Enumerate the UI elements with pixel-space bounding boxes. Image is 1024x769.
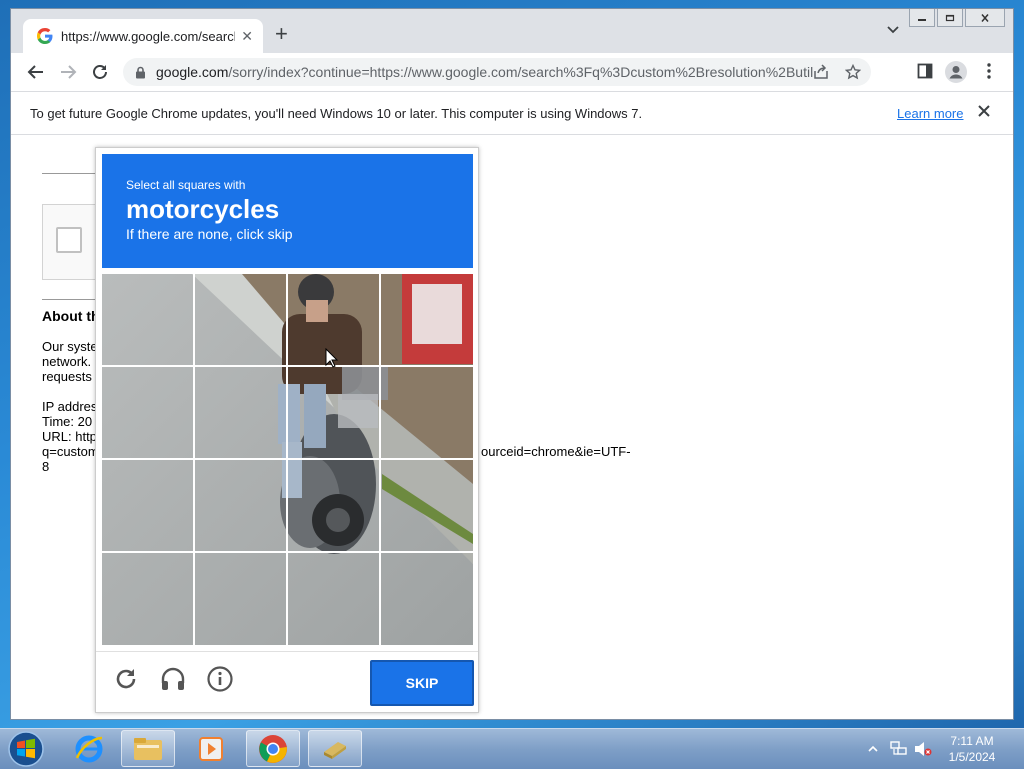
skip-button[interactable]: SKIP — [370, 660, 474, 706]
app-window-icon — [324, 741, 346, 759]
infobar-close-icon[interactable] — [977, 104, 991, 118]
restore-button[interactable] — [937, 9, 963, 27]
grid-lines — [102, 274, 473, 645]
recaptcha-challenge: Select all squares with motorcycles If t… — [95, 147, 479, 713]
volume-muted-icon[interactable] — [914, 741, 932, 757]
network-icon[interactable] — [890, 741, 908, 757]
tab-title: https://www.google.com/search? — [61, 28, 236, 44]
reload-challenge-icon[interactable] — [113, 666, 139, 692]
start-orb-icon[interactable] — [6, 730, 46, 768]
challenge-target: motorcycles — [126, 194, 280, 224]
tab-close-icon[interactable]: ✕ — [241, 28, 253, 45]
ip-address-label: IP addres — [42, 399, 98, 414]
chrome-icon — [259, 734, 287, 763]
new-tab-button[interactable]: + — [275, 23, 288, 45]
url-label: URL: http — [42, 429, 97, 444]
window-controls — [909, 9, 1005, 27]
media-player-icon — [199, 736, 223, 761]
taskbar-internet-explorer[interactable] — [62, 730, 116, 767]
menu-kebab-icon[interactable] — [987, 63, 991, 79]
taskbar-clock[interactable]: 7:11 AM 1/5/2024 — [932, 733, 1012, 765]
taskbar-app[interactable] — [308, 730, 362, 767]
instruction-sub: If there are none, click skip — [126, 226, 293, 242]
lock-icon[interactable] — [135, 66, 146, 79]
url-line-2-suffix: ourceid=chrome&ie=UTF- — [481, 444, 631, 459]
sorry-page: About th Our syste network. requests IP … — [11, 135, 1013, 719]
taskbar-media-player[interactable] — [184, 730, 238, 767]
taskbar-chrome[interactable] — [246, 730, 300, 767]
recaptcha-anchor — [42, 204, 103, 280]
internet-explorer-icon — [75, 735, 103, 762]
bookmark-star-icon[interactable] — [845, 64, 861, 80]
horizontal-scrollbar[interactable] — [385, 719, 763, 720]
url-line-2: q=custom — [42, 444, 99, 459]
address-bar[interactable]: google.com/sorry/index?continue=https://… — [123, 58, 871, 86]
bottom-divider — [42, 299, 102, 300]
recaptcha-checkbox[interactable] — [56, 227, 82, 253]
audio-challenge-headphones-icon[interactable] — [160, 666, 186, 692]
update-infobar: To get future Google Chrome updates, you… — [11, 91, 1013, 135]
profile-avatar-icon[interactable] — [945, 61, 967, 83]
taskbar-explorer[interactable] — [121, 730, 175, 767]
forward-arrow-icon[interactable] — [59, 63, 77, 81]
minimize-icon — [918, 18, 926, 21]
info-icon[interactable] — [207, 666, 233, 692]
about-heading: About th — [42, 308, 100, 324]
challenge-footer: SKIP — [96, 651, 478, 714]
about-text-line-3: requests — [42, 369, 92, 384]
chrome-window: https://www.google.com/search? ✕ + googl… — [10, 8, 1014, 720]
time-label: Time: 20 — [42, 414, 93, 429]
url-path: /sorry/index?continue=https://www.google… — [228, 64, 813, 80]
folder-icon — [134, 737, 162, 760]
side-panel-icon[interactable] — [917, 63, 933, 79]
windows-taskbar: 7:11 AM 1/5/2024 — [0, 728, 1024, 769]
top-divider — [42, 173, 102, 174]
tab-google-search[interactable]: https://www.google.com/search? ✕ — [23, 19, 263, 53]
about-text-line-1: Our syste — [42, 339, 98, 354]
browser-toolbar: google.com/sorry/index?continue=https://… — [11, 53, 1013, 91]
clock-date: 1/5/2024 — [948, 750, 996, 764]
show-hidden-icons-chevron-icon[interactable] — [868, 745, 878, 753]
image-grid — [102, 274, 473, 645]
share-icon[interactable] — [813, 64, 829, 80]
google-g-icon — [37, 28, 53, 44]
mouse-cursor-icon — [325, 348, 339, 368]
learn-more-link[interactable]: Learn more — [897, 106, 963, 121]
infobar-message: To get future Google Chrome updates, you… — [30, 106, 643, 121]
clock-time: 7:11 AM — [950, 734, 994, 748]
tab-strip: https://www.google.com/search? ✕ + — [11, 9, 1013, 53]
url-host: google.com — [156, 64, 229, 80]
close-window-button[interactable] — [965, 9, 1005, 27]
instruction-small: Select all squares with — [126, 178, 246, 192]
url-text: google.com/sorry/index?continue=https://… — [156, 64, 813, 80]
url-line-3: 8 — [42, 459, 50, 474]
close-icon — [981, 13, 989, 22]
about-text-line-2: network. — [42, 354, 92, 369]
reload-icon[interactable] — [91, 63, 109, 81]
back-arrow-icon[interactable] — [27, 63, 45, 81]
restore-icon — [945, 14, 955, 21]
minimize-button[interactable] — [909, 9, 935, 27]
challenge-header: Select all squares with motorcycles If t… — [102, 154, 473, 268]
tab-search-chevron-icon[interactable] — [887, 26, 899, 34]
